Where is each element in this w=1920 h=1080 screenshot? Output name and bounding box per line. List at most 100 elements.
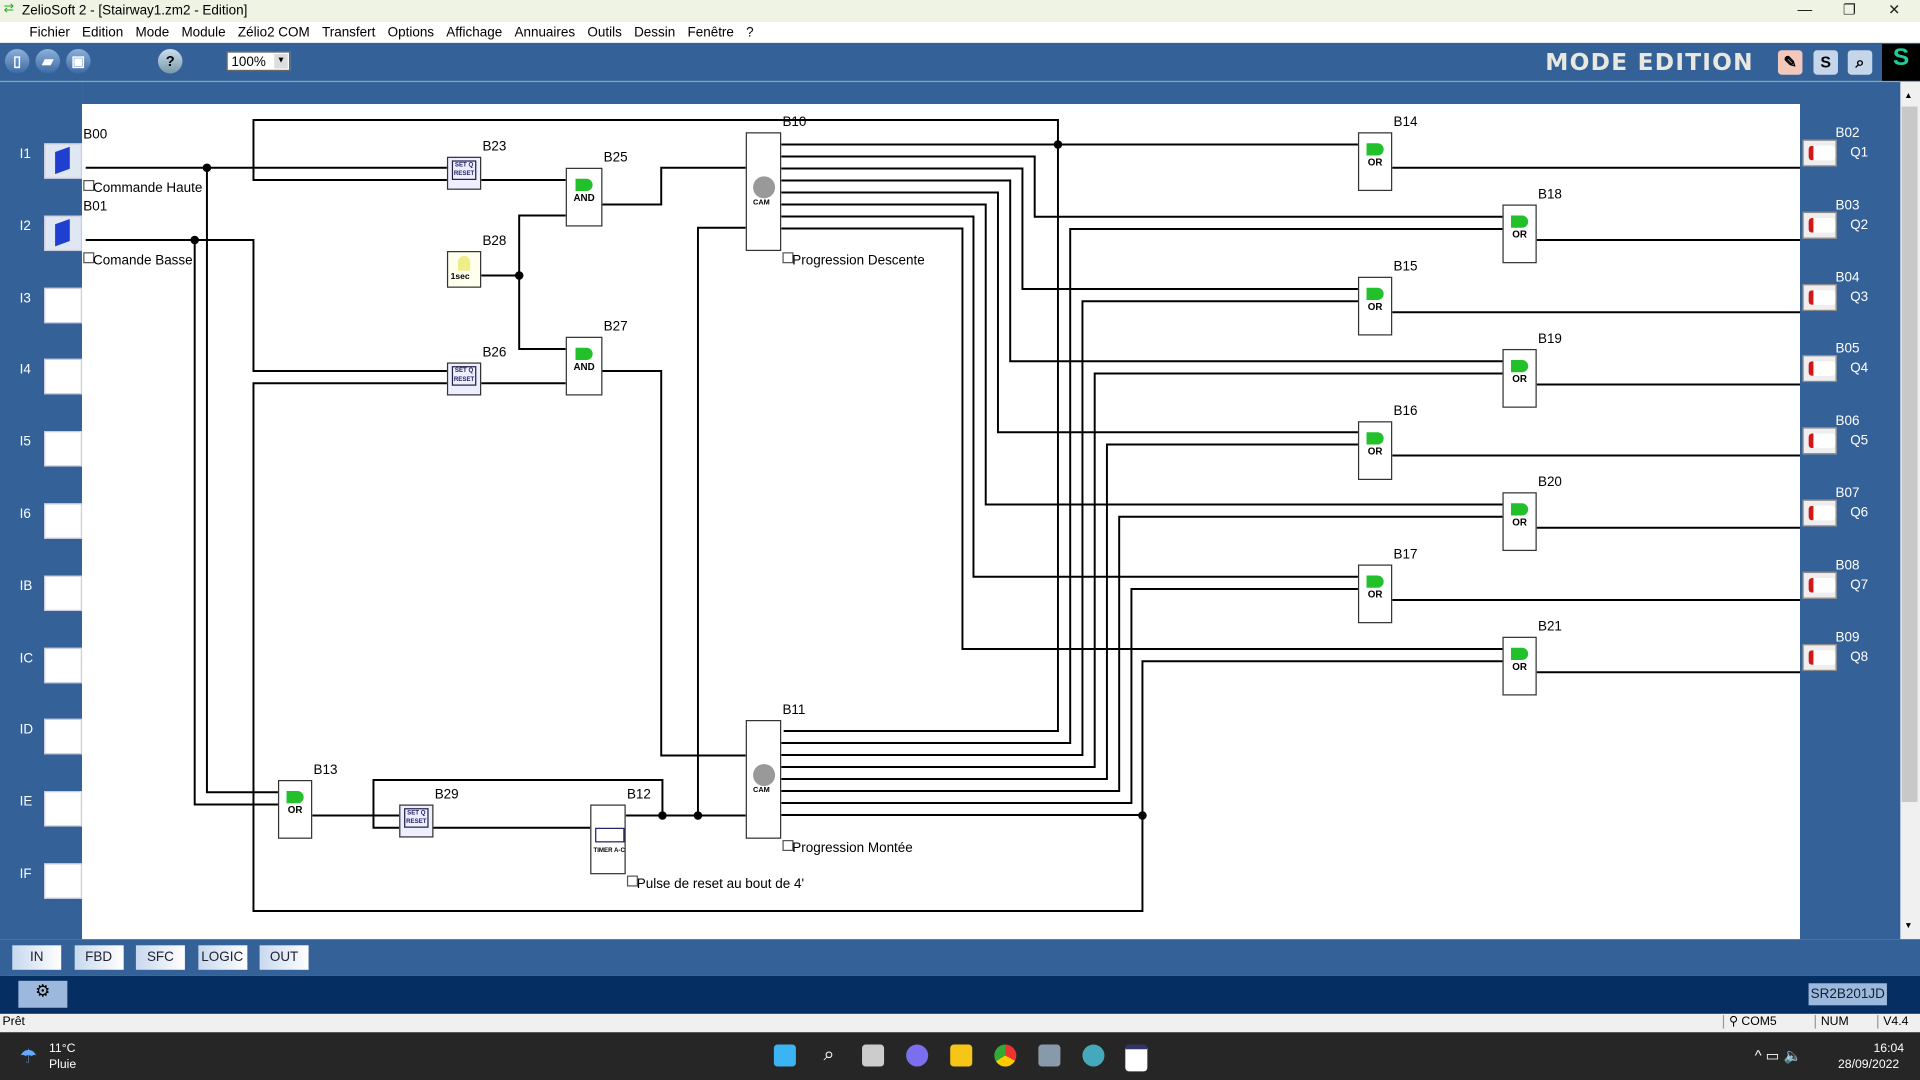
num-lock-status: NUM — [1814, 1015, 1855, 1029]
gate-type: OR — [1512, 661, 1527, 673]
output-coil-icon[interactable] — [1802, 499, 1837, 527]
output-coil-icon[interactable] — [1802, 571, 1837, 599]
input-label: I6 — [19, 506, 31, 522]
output-coil-icon[interactable] — [1802, 643, 1837, 671]
timer-icon — [595, 827, 625, 843]
gate-icon — [575, 347, 593, 361]
file-explorer-icon[interactable] — [950, 1044, 973, 1067]
module-bar: ⚙ SR2B201JD — [0, 975, 1920, 1014]
teams-icon[interactable] — [906, 1044, 929, 1067]
block-b16[interactable]: OR — [1357, 421, 1393, 481]
lamp-icon — [1808, 505, 1836, 521]
input-slot[interactable] — [44, 575, 83, 611]
output-coil-icon[interactable] — [1802, 427, 1837, 455]
block-id: B12 — [626, 787, 651, 803]
output-block-id: B03 — [1835, 198, 1860, 213]
input-slot[interactable] — [44, 719, 83, 755]
clock-time: 16:04 — [1873, 1042, 1905, 1056]
block-comment: Pulse de reset au bout de 4' — [636, 876, 805, 892]
input-slot[interactable] — [44, 503, 83, 539]
gate-icon — [1366, 143, 1384, 156]
block-id: B01 — [83, 199, 108, 215]
output-label: Q6 — [1850, 505, 1869, 521]
block-b13[interactable]: OR — [277, 780, 313, 839]
block-b26[interactable]: SET Q RESET — [446, 362, 482, 396]
output-block-id: B05 — [1835, 342, 1860, 357]
block-b17[interactable]: OR — [1357, 564, 1393, 624]
output-coil-icon[interactable] — [1802, 211, 1837, 239]
output-coil-icon[interactable] — [1802, 283, 1837, 311]
start-icon[interactable] — [773, 1044, 796, 1067]
output-label: Q2 — [1850, 217, 1869, 233]
gate-icon — [1511, 647, 1529, 661]
cam-icon — [753, 175, 776, 198]
block-b23[interactable]: SET Q RESET — [446, 156, 482, 190]
tab-fbd[interactable]: FBD — [74, 945, 124, 970]
output-label: Q4 — [1850, 361, 1869, 377]
zeliosoft-taskbar-icon[interactable] — [1125, 1044, 1148, 1072]
output-coil-icon[interactable] — [1802, 139, 1837, 167]
block-b19[interactable]: OR — [1502, 348, 1537, 408]
metronome-icon — [457, 255, 471, 271]
input-slot[interactable] — [44, 863, 83, 899]
task-view-icon[interactable] — [862, 1044, 885, 1067]
block-b10[interactable]: CAM — [745, 132, 782, 252]
block-b12[interactable]: TIMER A-C — [590, 804, 626, 875]
input-slot[interactable] — [44, 359, 83, 395]
scroll-up-icon[interactable]: ▲ — [1904, 92, 1912, 101]
input-slot[interactable] — [44, 287, 83, 323]
output-block-id: B02 — [1835, 126, 1860, 141]
tab-in[interactable]: IN — [12, 945, 62, 970]
block-b15[interactable]: OR — [1357, 276, 1393, 336]
tab-sfc[interactable]: SFC — [135, 945, 185, 970]
tab-logic[interactable]: LOGIC — [197, 945, 247, 970]
calculator-icon[interactable] — [1038, 1044, 1061, 1067]
module-reference[interactable]: SR2B201JD — [1808, 983, 1887, 1006]
input-slot[interactable] — [44, 791, 83, 827]
input-slot[interactable] — [44, 143, 83, 179]
block-b18[interactable]: OR — [1502, 204, 1537, 264]
gate-icon — [1511, 215, 1529, 228]
gate-icon — [1511, 360, 1529, 373]
block-b28[interactable]: 1sec — [446, 251, 482, 288]
output-block-id: B04 — [1835, 270, 1860, 285]
block-b21[interactable]: OR — [1502, 636, 1537, 696]
input-label: IB — [19, 578, 33, 594]
chrome-icon[interactable] — [994, 1044, 1017, 1067]
gate-type: OR — [1512, 373, 1527, 385]
input-slot[interactable] — [44, 215, 83, 251]
module-config-icon[interactable]: ⚙ — [18, 980, 68, 1008]
output-label: Q3 — [1850, 289, 1869, 305]
block-b14[interactable]: OR — [1357, 132, 1393, 192]
output-coil-icon[interactable] — [1802, 355, 1837, 383]
scroll-thumb[interactable] — [1901, 106, 1918, 803]
input-slot[interactable] — [44, 431, 83, 467]
output-block-id: B08 — [1835, 558, 1860, 573]
block-b25[interactable]: AND — [565, 167, 603, 227]
input-label: I4 — [19, 362, 31, 378]
output-label: Q1 — [1850, 145, 1869, 161]
switch-icon — [55, 218, 70, 247]
block-b29[interactable]: SET Q RESET — [399, 804, 434, 838]
block-b27[interactable]: AND — [565, 336, 603, 396]
lamp-icon — [1808, 289, 1836, 305]
gate-icon — [286, 791, 304, 804]
setreset-label: SET Q RESET — [451, 160, 477, 181]
block-b20[interactable]: OR — [1502, 492, 1537, 552]
cam-label: CAM — [753, 198, 770, 207]
scroll-down-icon[interactable]: ▼ — [1904, 922, 1912, 931]
gate-type: AND — [573, 192, 595, 204]
maps-icon[interactable] — [1082, 1044, 1105, 1067]
vertical-scrollbar[interactable]: ▲ ▼ — [1900, 82, 1920, 940]
tray-icons[interactable]: ^ ▭ 🔈 — [1755, 1047, 1802, 1064]
tab-out[interactable]: OUT — [259, 945, 309, 970]
gate-icon — [1366, 432, 1384, 445]
input-slot[interactable] — [44, 647, 83, 683]
cam-icon — [753, 763, 776, 786]
block-id: B11 — [782, 702, 806, 718]
block-b11[interactable]: CAM — [745, 720, 782, 839]
search-icon[interactable]: ⌕ — [818, 1044, 840, 1066]
lamp-icon — [1808, 577, 1836, 593]
gate-icon — [1511, 503, 1529, 516]
output-label: Q7 — [1850, 577, 1869, 593]
